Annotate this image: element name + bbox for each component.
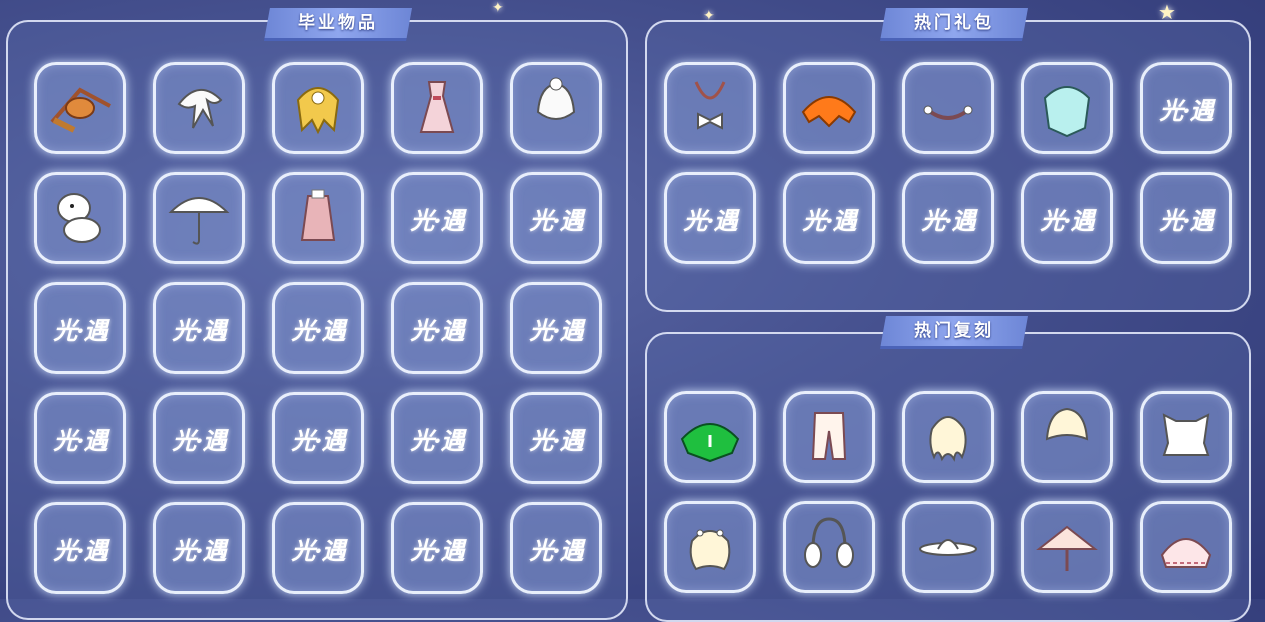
game-logo-placeholder: 光·遇 [53, 315, 107, 345]
item-slot[interactable] [1140, 501, 1232, 593]
game-logo-placeholder: 光·遇 [1040, 205, 1094, 235]
item-slot[interactable]: 光·遇 [34, 502, 126, 594]
item-slot[interactable] [664, 62, 756, 154]
item-slot[interactable] [391, 62, 483, 154]
game-logo-placeholder: 光·遇 [529, 425, 583, 455]
item-slot[interactable]: 光·遇 [34, 282, 126, 374]
white-hair-icon [163, 70, 235, 146]
white-hat-brim-icon [912, 509, 984, 585]
item-slot[interactable]: 光·遇 [510, 502, 602, 594]
item-slot[interactable]: 光·遇 [153, 502, 245, 594]
white-hat-icon [520, 70, 592, 146]
graduation-title: 毕业物品 [264, 8, 412, 41]
item-slot[interactable]: 光·遇 [510, 172, 602, 264]
teal-cape-icon [1031, 70, 1103, 146]
game-logo-placeholder: 光·遇 [921, 205, 975, 235]
game-logo-placeholder: 光·遇 [529, 315, 583, 345]
item-slot[interactable]: 光·遇 [391, 282, 483, 374]
green-cape-icon [674, 399, 746, 475]
game-logo-placeholder: 光·遇 [410, 535, 464, 565]
item-slot[interactable] [1021, 391, 1113, 483]
graduation-grid: 光·遇 光·遇 光·遇 光·遇 光·遇 光·遇 光·遇 光·遇 光·遇 光·遇 光·遇 光·遇 光·遇光… [34, 62, 602, 594]
item-slot[interactable]: 光·遇 [153, 282, 245, 374]
moomin-icon [44, 180, 116, 256]
item-slot[interactable] [272, 62, 364, 154]
item-slot[interactable] [153, 172, 245, 264]
game-logo-placeholder: 光·遇 [53, 425, 107, 455]
hot-packs-title: 热门礼包 [880, 8, 1028, 41]
hand-chime-icon [44, 70, 116, 146]
item-slot[interactable] [1140, 391, 1232, 483]
white-top-icon [1150, 399, 1222, 475]
item-slot[interactable]: 光·遇 [664, 172, 756, 264]
item-slot[interactable]: 光·遇 [272, 392, 364, 484]
straw-hat-icon [1031, 509, 1103, 585]
game-logo-placeholder: 光·遇 [529, 205, 583, 235]
lace-cape-icon [1150, 509, 1222, 585]
item-slot[interactable] [783, 62, 875, 154]
item-slot[interactable]: 光·遇 [391, 502, 483, 594]
umbrella-icon [163, 180, 235, 256]
item-slot[interactable] [783, 391, 875, 483]
item-slot[interactable]: 光·遇 [391, 172, 483, 264]
item-slot[interactable] [272, 172, 364, 264]
item-slot[interactable] [34, 172, 126, 264]
game-logo-placeholder: 光·遇 [291, 315, 345, 345]
item-slot[interactable]: 光·遇 [1021, 172, 1113, 264]
item-slot[interactable]: 光·遇 [391, 392, 483, 484]
item-slot[interactable] [783, 501, 875, 593]
mask-necklace-icon [912, 70, 984, 146]
golden-cape-icon [282, 70, 354, 146]
game-logo-placeholder: 光·遇 [410, 315, 464, 345]
item-slot[interactable]: 光·遇 [272, 502, 364, 594]
item-slot[interactable]: 光·遇 [510, 282, 602, 374]
item-slot[interactable] [902, 501, 994, 593]
item-slot[interactable]: 光·遇 [153, 392, 245, 484]
hot-rerun-grid [664, 391, 1232, 593]
item-slot[interactable]: 光·遇 [510, 392, 602, 484]
item-slot[interactable]: 光·遇 [34, 392, 126, 484]
item-slot[interactable] [153, 62, 245, 154]
game-logo-placeholder: 光·遇 [410, 205, 464, 235]
pink-coat-icon [282, 180, 354, 256]
pink-dress-icon [401, 70, 473, 146]
game-logo-placeholder: 光·遇 [53, 535, 107, 565]
game-logo-placeholder: 光·遇 [1159, 95, 1213, 125]
item-slot[interactable] [34, 62, 126, 154]
hot-packs-grid: 光·遇 光·遇 光·遇 光·遇 光·遇 光·遇 [664, 62, 1232, 264]
item-slot[interactable] [902, 62, 994, 154]
earmuffs-icon [793, 509, 865, 585]
game-logo-placeholder: 光·遇 [172, 315, 226, 345]
item-slot[interactable] [664, 501, 756, 593]
white-pants-icon [793, 399, 865, 475]
hot-rerun-title: 热门复刻 [880, 316, 1028, 349]
item-slot[interactable]: 光·遇 [783, 172, 875, 264]
bow-necklace-icon [674, 70, 746, 146]
item-slot[interactable]: 光·遇 [902, 172, 994, 264]
item-slot[interactable]: 光·遇 [1140, 62, 1232, 154]
game-logo-placeholder: 光·遇 [410, 425, 464, 455]
star-icon: ✦ [492, 0, 504, 16]
item-slot[interactable] [1021, 62, 1113, 154]
game-logo-placeholder: 光·遇 [291, 425, 345, 455]
item-slot[interactable]: 光·遇 [1140, 172, 1232, 264]
orange-cape-icon [793, 70, 865, 146]
game-logo-placeholder: 光·遇 [1159, 205, 1213, 235]
game-logo-placeholder: 光·遇 [529, 535, 583, 565]
item-slot[interactable]: 光·遇 [272, 282, 364, 374]
game-logo-placeholder: 光·遇 [172, 535, 226, 565]
game-logo-placeholder: 光·遇 [683, 205, 737, 235]
item-slot[interactable] [664, 391, 756, 483]
game-logo-placeholder: 光·遇 [172, 425, 226, 455]
flower-hair-icon [674, 509, 746, 585]
short-hair-icon [1031, 399, 1103, 475]
game-logo-placeholder: 光·遇 [802, 205, 856, 235]
item-slot[interactable] [510, 62, 602, 154]
item-slot[interactable] [1021, 501, 1113, 593]
item-slot[interactable] [902, 391, 994, 483]
game-logo-placeholder: 光·遇 [291, 535, 345, 565]
wavy-hair-icon [912, 399, 984, 475]
